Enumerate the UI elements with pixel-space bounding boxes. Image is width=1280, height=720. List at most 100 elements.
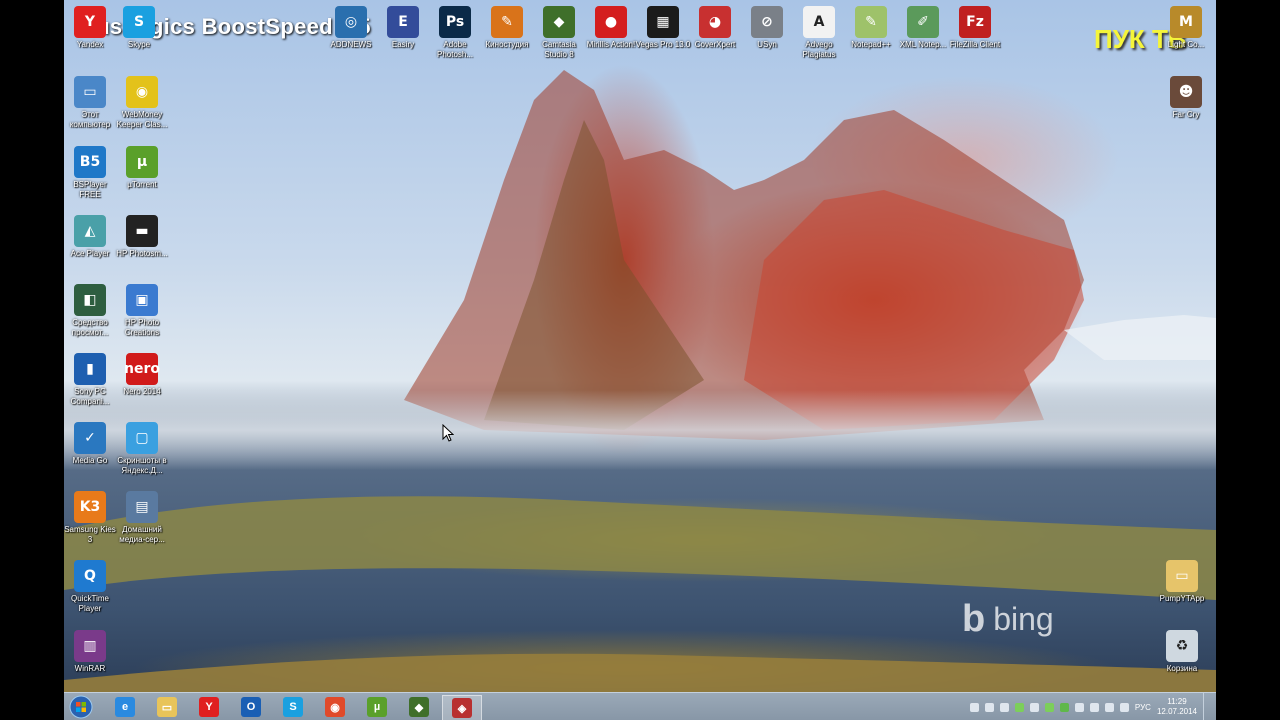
desktop-shortcut-label: Sony PC Compani... <box>70 387 110 406</box>
desktop-shortcut[interactable]: ▮ Sony PC Compani... <box>64 351 118 407</box>
windows-start-icon <box>69 695 93 719</box>
bing-text: bing <box>993 601 1054 637</box>
outlook-icon: O <box>241 697 261 717</box>
webmoney-icon: ◉ <box>126 76 158 108</box>
desktop-shortcut-label: QuickTime Player <box>71 594 109 613</box>
desktop-shortcut[interactable]: Fz FileZilla Client <box>947 4 1003 50</box>
desktop-shortcut[interactable]: Y Yandex <box>64 4 118 50</box>
desktop-shortcut[interactable]: S Skype <box>111 4 167 50</box>
taskbar-button[interactable]: ◉ <box>316 695 354 719</box>
tray-flag-icon[interactable] <box>1074 702 1084 712</box>
desktop-shortcut-label: USyn <box>757 40 777 49</box>
desktop-shortcut[interactable]: ◭ Ace Player <box>64 213 118 259</box>
skype-icon: S <box>123 6 155 38</box>
language-indicator[interactable]: РУС <box>1135 703 1151 712</box>
desktop-shortcut[interactable]: ☻ Far Cry <box>1158 74 1214 120</box>
desktop-shortcut[interactable]: nero Nero 2014 <box>114 351 170 397</box>
desktop-shortcut[interactable]: ▦ Vegas Pro 13.0 <box>635 4 691 50</box>
desktop-shortcut-label: Скриншоты в Яндекс.Д... <box>117 456 167 475</box>
bsplayer-icon: B5 <box>74 146 106 178</box>
desktop-shortcut-label: Средство просмот... <box>71 318 109 337</box>
clock-time: 11:29 <box>1167 697 1187 706</box>
taskbar-button[interactable]: ◆ <box>400 695 438 719</box>
desktop-shortcut[interactable]: ⊘ USyn <box>739 4 795 50</box>
taskbar-button[interactable]: Y <box>190 695 228 719</box>
easiry-icon: E <box>387 6 419 38</box>
desktop-shortcut-label: FileZilla Client <box>949 40 1001 49</box>
tray-signal-icon[interactable] <box>1104 702 1114 712</box>
desktop-shortcut-label: PumpYTApp <box>1159 594 1205 603</box>
taskbar-button[interactable]: µ <box>358 695 396 719</box>
internet-explorer-icon: e <box>115 697 135 717</box>
desktop-shortcut-label: Skype <box>127 40 151 49</box>
movie-studio-icon: ✎ <box>491 6 523 38</box>
desktop-shortcut[interactable]: ◎ ADDNEWS <box>323 4 379 50</box>
tray-sync-icon[interactable] <box>1029 702 1039 712</box>
tray-display-icon[interactable] <box>1089 702 1099 712</box>
desktop-shortcut[interactable]: ✎ Киностудия <box>479 4 535 50</box>
desktop-shortcut-label: Этот компьютер <box>69 110 111 129</box>
wallpaper-landscape <box>64 70 1216 692</box>
nero-icon: nero <box>124 353 160 385</box>
desktop-shortcut[interactable]: B5 BSPlayer FREE <box>64 144 118 200</box>
desktop-shortcut[interactable]: E Easiry <box>375 4 431 50</box>
desktop-shortcut[interactable]: ▢ Скриншоты в Яндекс.Д... <box>114 420 170 476</box>
advego-icon: A <box>803 6 835 38</box>
action-icon: ● <box>595 6 627 38</box>
desktop-shortcut-label: Nero 2014 <box>123 387 161 396</box>
desktop-shortcut[interactable]: ◧ Средство просмот... <box>64 282 118 338</box>
desktop-shortcut-label: Camtasia Studio 8 <box>542 40 576 59</box>
desktop-shortcut-label: HP Photo Creations <box>124 318 160 337</box>
desktop-shortcut[interactable]: ▭ PumpYTApp <box>1154 558 1210 604</box>
tray-antivirus-icon[interactable] <box>1059 702 1069 712</box>
camtasia-icon: ◆ <box>543 6 575 38</box>
desktop-shortcut-label: Ace Player <box>70 249 110 258</box>
desktop-shortcut[interactable]: ♻ Корзина <box>1154 628 1210 674</box>
desktop-shortcut[interactable]: ● Mirillis Action! <box>583 4 639 50</box>
tray-cloud-icon[interactable] <box>984 702 994 712</box>
camtasia-icon: ◆ <box>409 697 429 717</box>
desktop-shortcut[interactable]: Q QuickTime Player <box>64 558 118 614</box>
desktop-shortcut[interactable]: ✓ Media Go <box>64 420 118 466</box>
desktop-shortcut[interactable]: µ µTorrent <box>114 144 170 190</box>
mouse-cursor-icon <box>442 424 454 442</box>
desktop-shortcut[interactable]: ▤ Домашний медиа-сер... <box>114 489 170 545</box>
viewer-icon: ◧ <box>74 284 106 316</box>
start-button[interactable] <box>66 693 96 720</box>
tray-app-icon[interactable] <box>999 702 1009 712</box>
desktop-shortcut-label: Advego Plagiatus <box>802 40 836 59</box>
desktop-shortcut[interactable]: ◕ CoverXpert <box>687 4 743 50</box>
taskbar-button[interactable]: e <box>106 695 144 719</box>
taskbar-button[interactable]: S <box>274 695 312 719</box>
desktop-shortcut[interactable]: ▣ HP Photo Creations <box>114 282 170 338</box>
desktop-shortcut[interactable]: M Light Co... <box>1158 4 1214 50</box>
desktop-shortcut[interactable]: A Advego Plagiatus <box>791 4 847 60</box>
desktop-shortcut[interactable]: ✐ XML Notep... <box>895 4 951 50</box>
desktop-shortcut[interactable]: Ps Adobe Photosh... <box>427 4 483 60</box>
tray-security-icon[interactable] <box>1014 702 1024 712</box>
taskbar: e ▭ Y O S ◉ µ ◆ ◈ РУС 11:29 12.07.2014 <box>64 692 1216 720</box>
tray-volume-icon[interactable] <box>1119 702 1129 712</box>
usyn-icon: ⊘ <box>751 6 783 38</box>
desktop-shortcut[interactable]: ▬ HP Photosm... <box>114 213 170 259</box>
vegas-icon: ▦ <box>647 6 679 38</box>
desktop-shortcut[interactable]: ◉ WebMoney Keeper Clas... <box>114 74 170 130</box>
taskbar-button[interactable]: ▭ <box>148 695 186 719</box>
desktop-shortcut-label: Far Cry <box>1172 110 1200 119</box>
farcry-icon: ☻ <box>1170 76 1202 108</box>
desktop-shortcut[interactable]: K3 Samsung Kies 3 <box>64 489 118 545</box>
tray-network-icon[interactable] <box>969 702 979 712</box>
desktop-shortcut[interactable]: ▭ Этот компьютер <box>64 74 118 130</box>
desktop-shortcut[interactable]: ✎ Notepad++ <box>843 4 899 50</box>
clock[interactable]: 11:29 12.07.2014 <box>1157 697 1197 717</box>
tray-torrent-icon[interactable] <box>1044 702 1054 712</box>
desktop-shortcut[interactable]: ▥ WinRAR <box>64 628 118 674</box>
desktop-shortcut-label: Samsung Kies 3 <box>64 525 116 544</box>
desktop-shortcut[interactable]: ◆ Camtasia Studio 8 <box>531 4 587 60</box>
show-desktop-button[interactable] <box>1203 693 1210 720</box>
taskbar-button[interactable]: O <box>232 695 270 719</box>
clock-date: 12.07.2014 <box>1156 707 1197 716</box>
hp-photosmart-icon: ▬ <box>126 215 158 247</box>
taskbar-button[interactable]: ◈ <box>442 695 482 720</box>
desktop-shortcut-label: Mirillis Action! <box>586 40 636 49</box>
